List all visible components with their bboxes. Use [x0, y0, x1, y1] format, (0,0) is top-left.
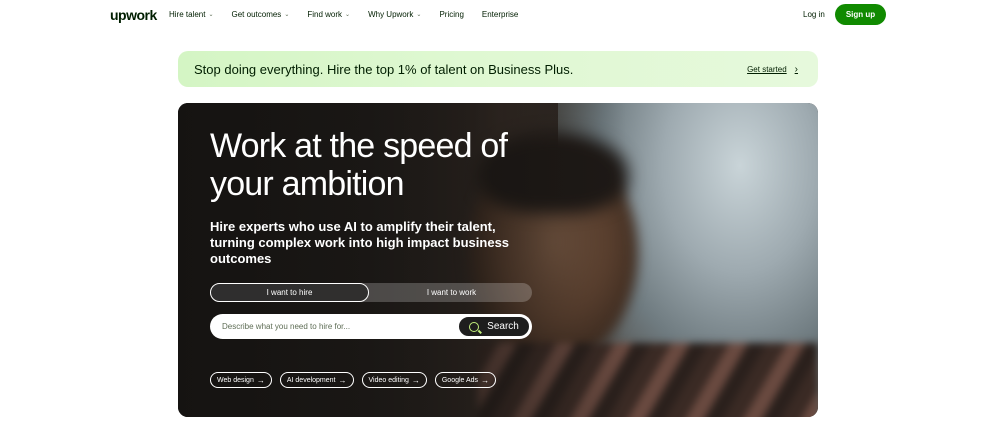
chip-web-design[interactable]: Web design → [210, 372, 272, 388]
nav-link-label: Find work [307, 10, 343, 19]
hero-section: Work at the speed of your ambition Hire … [178, 103, 818, 417]
arrow-right-icon: → [256, 375, 265, 385]
chevron-down-icon: ⌄ [284, 12, 290, 18]
search-bar: Search [210, 314, 532, 339]
nav-get-outcomes[interactable]: Get outcomes ⌄ [232, 10, 290, 19]
hire-work-toggle: I want to hire I want to work [210, 283, 532, 302]
hero-title: Work at the speed of your ambition [210, 127, 508, 203]
chip-video-editing[interactable]: Video editing → [361, 372, 427, 388]
nav-hire-talent[interactable]: Hire talent ⌄ [169, 10, 214, 19]
nav-link-label: Pricing [439, 10, 464, 19]
hero-subtitle: Hire experts who use AI to amplify their… [210, 219, 510, 266]
signup-button[interactable]: Sign up [835, 4, 886, 25]
chip-label: Web design [217, 376, 254, 384]
search-button[interactable]: Search [458, 316, 530, 337]
chip-label: AI development [286, 376, 336, 384]
chip-google-ads[interactable]: Google Ads → [434, 372, 497, 388]
search-button-label: Search [487, 321, 519, 332]
chevron-right-icon: › [794, 64, 798, 75]
arrow-right-icon: → [411, 375, 420, 385]
nav-why-upwork[interactable]: Why Upwork ⌄ [368, 10, 421, 19]
get-started-link[interactable]: Get started › [747, 64, 798, 75]
get-started-label: Get started [747, 65, 787, 74]
nav-link-label: Enterprise [481, 10, 519, 19]
tab-i-want-to-hire[interactable]: I want to hire [210, 283, 369, 302]
arrow-right-icon: → [481, 375, 490, 385]
nav-enterprise[interactable]: Enterprise [482, 10, 518, 19]
chevron-down-icon: ⌄ [345, 12, 351, 18]
chevron-down-icon: ⌄ [416, 12, 422, 18]
chip-label: Video editing [368, 376, 409, 384]
chevron-down-icon: ⌄ [208, 12, 214, 18]
chip-label: Google Ads [441, 376, 479, 384]
nav-link-label: Get outcomes [231, 10, 282, 19]
login-link[interactable]: Log in [803, 10, 825, 19]
nav-link-label: Hire talent [169, 10, 206, 19]
nav-link-label: Why Upwork [368, 10, 414, 19]
banner-text: Stop doing everything. Hire the top 1% o… [194, 62, 574, 77]
promo-banner: Stop doing everything. Hire the top 1% o… [178, 51, 818, 87]
arrow-right-icon: → [338, 375, 347, 385]
nav-find-work[interactable]: Find work ⌄ [307, 10, 350, 19]
suggestion-chips: Web design → AI development → Video editin… [210, 372, 497, 388]
search-input[interactable] [222, 319, 452, 333]
tab-i-want-to-work[interactable]: I want to work [371, 283, 532, 302]
chip-ai-development[interactable]: AI development → [279, 372, 354, 388]
top-nav: upwork Hire talent ⌄ Get outcomes ⌄ Find w… [0, 0, 994, 30]
search-icon [469, 321, 480, 332]
nav-links: Hire talent ⌄ Get outcomes ⌄ Find work ⌄ Wh… [169, 10, 536, 19]
nav-pricing[interactable]: Pricing [439, 10, 463, 19]
upwork-logo[interactable]: upwork [110, 7, 157, 23]
